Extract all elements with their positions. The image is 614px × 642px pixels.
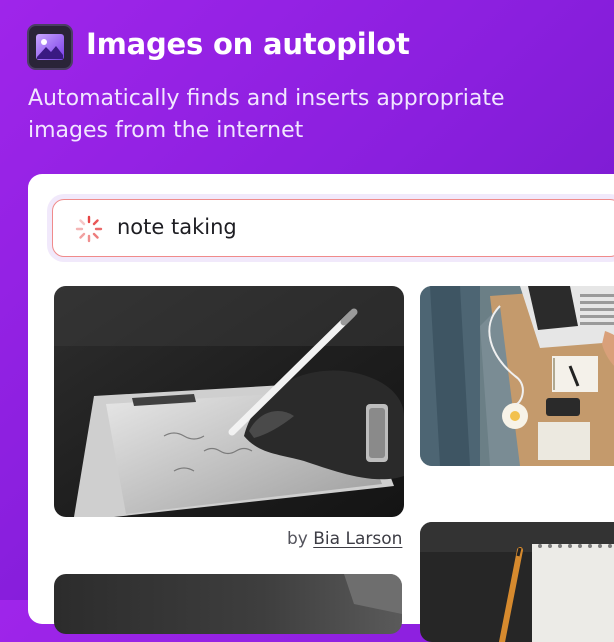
credit-prefix: by — [287, 529, 308, 549]
app-icon — [27, 24, 73, 70]
author-link[interactable]: Bia Larson — [313, 529, 402, 549]
page-title: Images on autopilot — [86, 27, 410, 61]
result-image-3[interactable] — [420, 522, 614, 642]
result-image-2[interactable] — [420, 286, 614, 466]
result-image-1[interactable] — [54, 286, 404, 517]
loading-spinner-icon — [75, 215, 103, 243]
image-credit: by Bia Larson — [287, 529, 402, 549]
image-search-card: note taking by Bia Larson — [28, 174, 614, 642]
image-icon — [36, 34, 64, 60]
search-field[interactable]: note taking — [52, 199, 614, 257]
page-subtitle: Automatically finds and inserts appropri… — [28, 86, 505, 143]
search-query[interactable]: note taking — [117, 215, 237, 239]
result-image-4[interactable] — [54, 574, 402, 634]
